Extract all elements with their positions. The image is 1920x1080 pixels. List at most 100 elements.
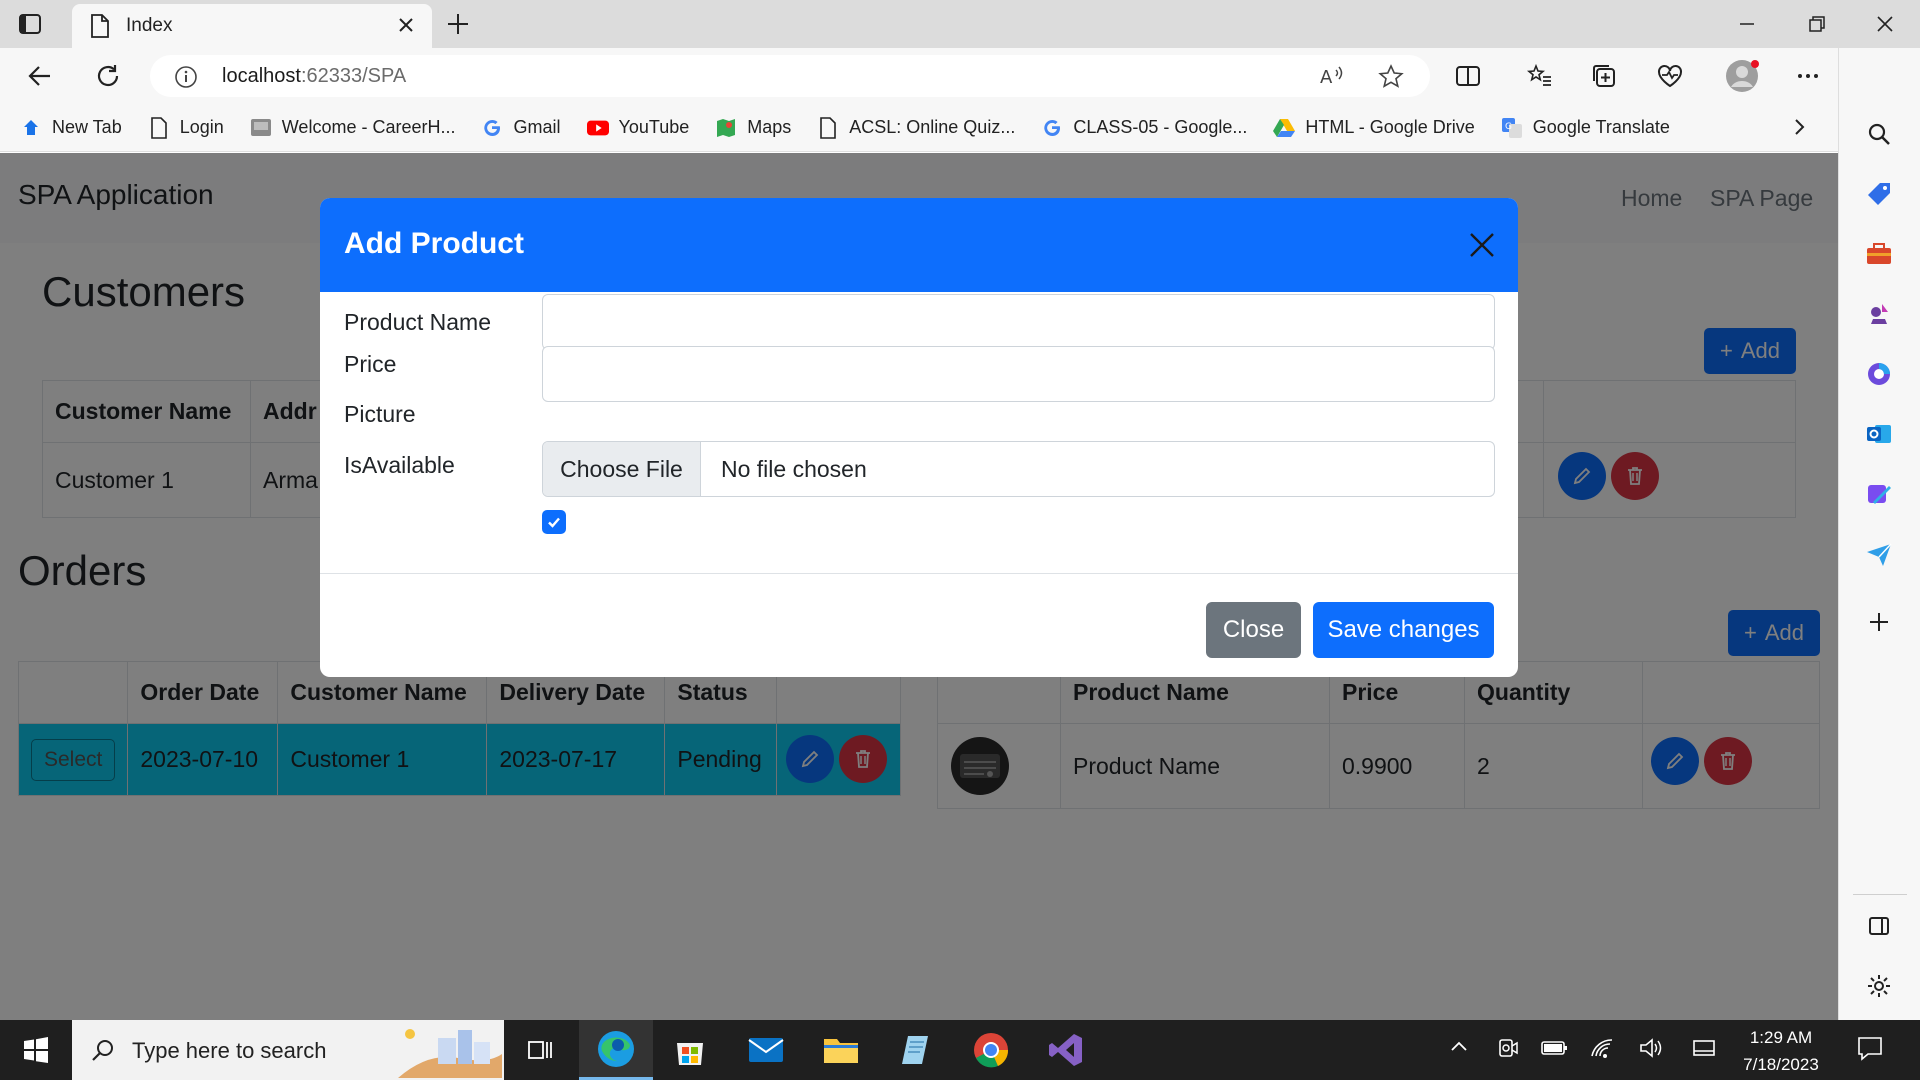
chevron-up-icon[interactable]	[1448, 1036, 1470, 1058]
bookmark-youtube[interactable]: YouTube	[586, 117, 689, 139]
save-changes-button[interactable]: Save changes	[1313, 602, 1494, 658]
system-clock[interactable]: 1:29 AM 7/18/2023	[1736, 1024, 1826, 1078]
new-tab-icon[interactable]	[444, 10, 472, 38]
bookmark-label: CLASS-05 - Google...	[1073, 117, 1248, 137]
meet-now-icon[interactable]	[1496, 1036, 1520, 1060]
sidebar-divider	[1853, 894, 1907, 895]
maps-icon	[715, 117, 737, 139]
translate-icon: G	[1501, 117, 1523, 139]
youtube-icon	[586, 117, 609, 139]
outlook-icon[interactable]	[1861, 416, 1897, 452]
web-page: SPA Application Home SPA Page Customers …	[0, 153, 1838, 1020]
microsoft-store-icon[interactable]	[653, 1020, 727, 1080]
bookmark-html-drive[interactable]: HTML - Google Drive	[1273, 117, 1475, 139]
site-info-icon[interactable]	[174, 65, 198, 89]
restore-icon[interactable]	[1782, 0, 1852, 48]
read-aloud-icon[interactable]: A	[1320, 64, 1346, 88]
settings-gear-icon[interactable]	[1861, 968, 1897, 1004]
edge-icon	[20, 117, 42, 139]
refresh-icon[interactable]	[94, 62, 122, 90]
picture-label: Picture	[344, 401, 416, 427]
google-icon	[1041, 117, 1063, 139]
profile-avatar[interactable]	[1722, 56, 1762, 96]
product-name-label: Product Name	[344, 309, 492, 335]
url-text[interactable]: localhost:62333/SPA	[222, 65, 406, 88]
is-available-label: IsAvailable	[344, 452, 455, 478]
tab-title: Index	[126, 15, 173, 36]
product-name-input[interactable]	[542, 294, 1495, 350]
favorites-icon[interactable]	[1526, 62, 1554, 90]
picture-file-input[interactable]: Choose File No file chosen	[542, 441, 1495, 497]
bookmark-label: New Tab	[52, 117, 122, 137]
shopping-tag-icon[interactable]	[1861, 176, 1897, 212]
file-explorer-icon[interactable]	[804, 1020, 878, 1080]
notifications-icon[interactable]	[1856, 1034, 1884, 1062]
is-available-checkbox[interactable]	[542, 510, 566, 534]
bookmark-acsl[interactable]: ACSL: Online Quiz...	[817, 116, 1015, 139]
bookmark-label: Maps	[747, 117, 792, 137]
bookmark-label: HTML - Google Drive	[1305, 117, 1475, 137]
clock-time: 1:29 AM	[1749, 1028, 1813, 1047]
close-button[interactable]: Close	[1206, 602, 1301, 658]
collections-icon[interactable]	[1590, 62, 1618, 90]
address-bar[interactable]: localhost:62333/SPA A	[150, 55, 1430, 97]
close-window-icon[interactable]	[1850, 0, 1920, 48]
careerh-icon	[250, 117, 272, 139]
bookmark-label: Login	[179, 117, 224, 137]
close-tab-icon[interactable]	[396, 15, 416, 35]
back-icon[interactable]	[26, 62, 54, 90]
search-icon[interactable]	[1861, 116, 1897, 152]
modal-footer-divider	[320, 573, 1518, 574]
visual-studio-icon[interactable]	[1029, 1020, 1103, 1080]
tab-strip: Index	[0, 0, 1920, 48]
google-icon	[481, 117, 503, 139]
battery-icon[interactable]	[1540, 1036, 1568, 1060]
bookmark-class05[interactable]: CLASS-05 - Google...	[1041, 117, 1247, 139]
add-sidebar-app-icon[interactable]	[1861, 604, 1897, 640]
chrome-icon[interactable]	[954, 1020, 1028, 1080]
taskbar-search-placeholder: Type here to search	[132, 1038, 327, 1063]
games-icon[interactable]	[1861, 296, 1897, 332]
browser-essentials-icon[interactable]	[1656, 62, 1684, 90]
microsoft365-icon[interactable]	[1861, 356, 1897, 392]
bookmark-maps[interactable]: Maps	[715, 117, 791, 139]
tab-actions-icon[interactable]	[16, 10, 44, 38]
price-input[interactable]	[542, 346, 1495, 402]
checkmark-icon	[548, 517, 560, 528]
taskbar-search-box[interactable]: Type here to search	[72, 1020, 504, 1080]
svg-text:A: A	[1320, 67, 1333, 88]
windows-start-icon[interactable]	[0, 1020, 72, 1080]
bookmark-careerh[interactable]: Welcome - CareerH...	[250, 117, 455, 139]
designer-icon[interactable]	[1861, 476, 1897, 512]
drive-icon	[1273, 117, 1296, 139]
choose-file-button[interactable]: Choose File	[543, 442, 701, 496]
task-view-icon[interactable]	[504, 1020, 578, 1080]
bookmark-gmail[interactable]: Gmail	[481, 117, 561, 139]
svg-text:G: G	[1505, 122, 1512, 132]
bookmark-translate[interactable]: G Google Translate	[1501, 117, 1670, 139]
send-icon[interactable]	[1861, 536, 1897, 572]
input-indicator-icon[interactable]	[1692, 1036, 1716, 1060]
mail-icon[interactable]	[729, 1020, 803, 1080]
bookmark-new-tab[interactable]: New Tab	[20, 117, 122, 139]
add-favorite-star-icon[interactable]	[1378, 64, 1404, 90]
edge-taskbar-icon[interactable]	[579, 1020, 653, 1080]
tools-briefcase-icon[interactable]	[1861, 236, 1897, 272]
tab-index[interactable]: Index	[72, 4, 432, 48]
edge-sidebar	[1838, 48, 1920, 1020]
bookmark-label: Google Translate	[1532, 117, 1670, 137]
notepad-app-icon[interactable]	[879, 1020, 953, 1080]
volume-icon[interactable]	[1638, 1036, 1664, 1060]
minimize-icon[interactable]	[1712, 0, 1782, 48]
chevron-right-icon[interactable]	[1788, 116, 1810, 138]
bookmark-login[interactable]: Login	[148, 116, 224, 139]
more-menu-icon[interactable]	[1794, 62, 1822, 90]
close-icon[interactable]	[1468, 231, 1496, 259]
split-screen-icon[interactable]	[1454, 62, 1482, 90]
clock-date: 7/18/2023	[1743, 1055, 1819, 1074]
hide-sidebar-icon[interactable]	[1861, 908, 1897, 944]
page-icon	[148, 116, 170, 139]
wifi-icon[interactable]	[1590, 1036, 1616, 1060]
no-file-text: No file chosen	[721, 456, 867, 482]
bookmark-label: Gmail	[513, 117, 561, 137]
